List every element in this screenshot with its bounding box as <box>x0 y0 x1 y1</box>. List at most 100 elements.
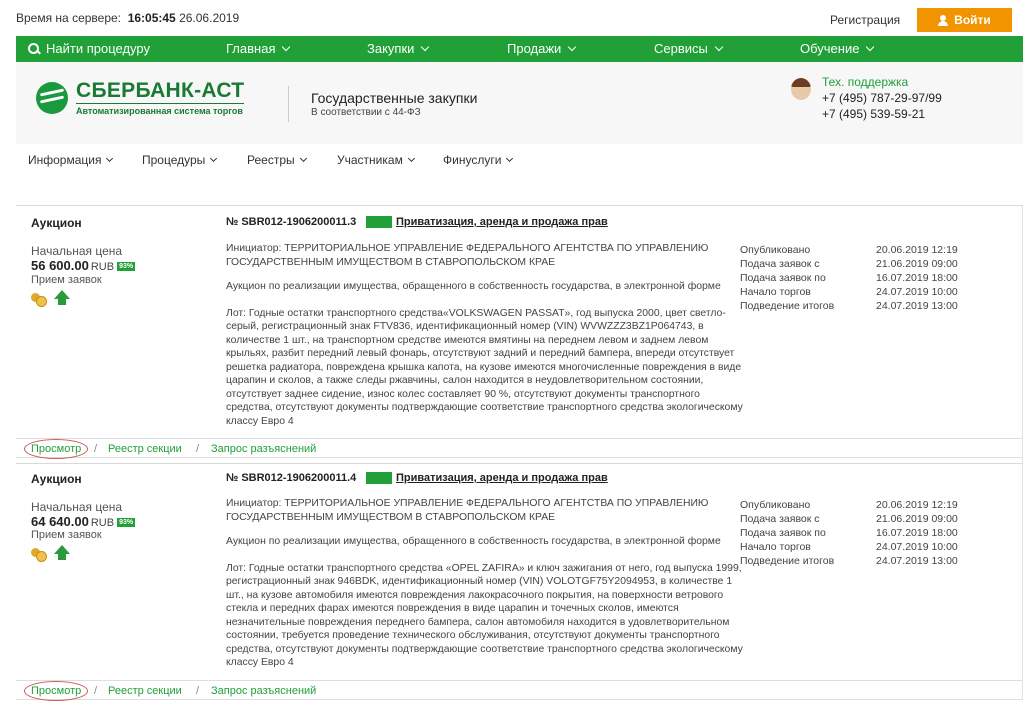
chevron-down-icon <box>407 154 415 162</box>
link-separator: / <box>94 443 98 455</box>
nav-item-training[interactable]: Обучение <box>800 41 875 56</box>
support-phone: +7 (495) 787-29-97/99 <box>822 91 942 105</box>
server-time-value: 16:05:45 <box>127 11 176 25</box>
chevron-down-icon <box>568 42 577 51</box>
nav-item-label: Обучение <box>800 41 860 56</box>
date-row: Начало торгов 24.07.2019 10:00 <box>740 540 996 554</box>
chevron-down-icon <box>210 154 218 162</box>
date-row: Подача заявок с 21.06.2019 09:00 <box>740 512 996 526</box>
date-value: 20.06.2019 12:19 <box>876 499 958 511</box>
nav-item-purchases[interactable]: Закупки <box>367 41 430 56</box>
date-value: 24.07.2019 10:00 <box>876 286 958 298</box>
site-header: СБЕРБАНК-АСТ Автоматизированная система … <box>16 62 1023 144</box>
date-label: Начало торгов <box>740 286 811 298</box>
chevron-down-icon <box>106 154 114 162</box>
price-value: 64 640.00 RUB 93% <box>31 514 136 529</box>
find-procedure-button[interactable]: Найти процедуру <box>28 41 150 56</box>
date-label: Подведение итогов <box>740 300 835 312</box>
organizer: Инициатор: ТЕРРИТОРИАЛЬНОЕ УПРАВЛЕНИЕ ФЕ… <box>226 243 709 268</box>
view-link[interactable]: Просмотр <box>24 439 89 459</box>
header-divider <box>288 86 289 122</box>
card-divider <box>16 463 1023 464</box>
subnav-item-registries[interactable]: Реестры <box>247 153 307 167</box>
chevron-down-icon <box>421 42 430 51</box>
support-phone: +7 (495) 539-59-21 <box>822 107 926 121</box>
date-label: Подведение итогов <box>740 555 835 567</box>
procedure-category[interactable]: Приватизация, аренда и продажа прав <box>396 472 608 484</box>
section-registry-link[interactable]: Реестр секции <box>108 685 182 697</box>
clarification-request-link[interactable]: Запрос разъяснений <box>211 685 316 697</box>
logo-subtitle: Автоматизированная система торгов <box>76 103 245 116</box>
lot-description: Лот: Годные остатки транспортного средст… <box>226 307 743 427</box>
login-label: Войти <box>954 13 991 27</box>
support-avatar <box>791 78 811 100</box>
section-registry-link[interactable]: Реестр секции <box>108 443 182 455</box>
date-row: Подача заявок по 16.07.2019 18:00 <box>740 271 996 285</box>
procedure-type: Аукцион <box>31 472 82 486</box>
subnav-item-procedures[interactable]: Процедуры <box>142 153 218 167</box>
procedure-dates: Опубликовано 20.06.2019 12:19 Подача заяв… <box>740 498 996 568</box>
date-value: 21.06.2019 09:00 <box>876 258 958 270</box>
date-row: Опубликовано 20.06.2019 12:19 <box>740 243 996 257</box>
section-subtitle: В соответствии с 44-ФЗ <box>311 107 421 118</box>
subnav-item-participants[interactable]: Участникам <box>337 153 415 167</box>
support-title[interactable]: Тех. поддержка <box>822 75 908 89</box>
date-value: 20.06.2019 12:19 <box>876 244 958 256</box>
sber-logo-icon <box>36 82 68 114</box>
procedure-category[interactable]: Приватизация, аренда и продажа прав <box>396 216 608 228</box>
category-flag <box>366 216 392 228</box>
date-value: 24.07.2019 13:00 <box>876 555 958 567</box>
lot-description: Лот: Годные остатки транспортного средст… <box>226 562 743 669</box>
percent-badge: 93% <box>117 262 136 271</box>
procedure-number[interactable]: № SBR012-1906200011.3 <box>226 216 356 228</box>
price-value: 56 600.00 RUB 93% <box>31 258 136 273</box>
register-link[interactable]: Регистрация <box>830 13 900 27</box>
date-label: Подача заявок с <box>740 513 820 525</box>
subnav-item-finservices[interactable]: Финуслуги <box>443 153 514 167</box>
server-time: Время на сервере: 16:05:45 26.06.2019 <box>16 11 239 25</box>
date-row: Подведение итогов 24.07.2019 13:00 <box>740 554 996 568</box>
login-button[interactable]: Войти <box>917 8 1012 32</box>
procedure-body: Инициатор: ТЕРРИТОРИАЛЬНОЕ УПРАВЛЕНИЕ ФЕ… <box>226 242 746 428</box>
date-label: Опубликовано <box>740 244 811 256</box>
card-divider <box>16 205 1023 206</box>
clarification-request-link[interactable]: Запрос разъяснений <box>211 443 316 455</box>
procedure-dates: Опубликовано 20.06.2019 12:19 Подача заяв… <box>740 243 996 313</box>
subnav-item-label: Информация <box>28 153 102 167</box>
date-row: Подача заявок по 16.07.2019 18:00 <box>740 526 996 540</box>
date-label: Подача заявок по <box>740 272 826 284</box>
server-time-label: Время на сервере: <box>16 11 122 25</box>
nav-item-services[interactable]: Сервисы <box>654 41 724 56</box>
nav-item-main[interactable]: Главная <box>226 41 291 56</box>
date-label: Подача заявок по <box>740 527 826 539</box>
procedure-description: Аукцион по реализации имущества, обращен… <box>226 281 721 292</box>
date-row: Опубликовано 20.06.2019 12:19 <box>740 498 996 512</box>
price-label: Начальная цена <box>31 244 123 258</box>
date-label: Начало торгов <box>740 541 811 553</box>
coins-icon <box>31 291 47 307</box>
subnav-item-info[interactable]: Информация <box>28 153 114 167</box>
server-date-value: 26.06.2019 <box>179 11 240 25</box>
up-arrow-icon <box>54 290 70 306</box>
up-arrow-icon <box>54 545 70 561</box>
link-separator: / <box>196 443 200 455</box>
nav-item-sales[interactable]: Продажи <box>507 41 577 56</box>
procedure-type: Аукцион <box>31 216 82 230</box>
date-value: 21.06.2019 09:00 <box>876 513 958 525</box>
section-title: Государственные закупки <box>311 90 478 106</box>
date-label: Опубликовано <box>740 499 811 511</box>
chevron-down-icon <box>866 42 875 51</box>
date-label: Подача заявок с <box>740 258 820 270</box>
view-link[interactable]: Просмотр <box>24 681 89 701</box>
procedure-number[interactable]: № SBR012-1906200011.4 <box>226 472 356 484</box>
category-flag <box>366 472 392 484</box>
card-footer: Просмотр / Реестр секции / Запрос разъяс… <box>16 680 1023 701</box>
organizer: Инициатор: ТЕРРИТОРИАЛЬНОЕ УПРАВЛЕНИЕ ФЕ… <box>226 498 709 523</box>
date-value: 16.07.2019 18:00 <box>876 527 958 539</box>
procedure-description: Аукцион по реализации имущества, обращен… <box>226 536 721 547</box>
sberbank-ast-logo[interactable]: СБЕРБАНК-АСТ Автоматизированная система … <box>36 80 245 116</box>
date-value: 24.07.2019 13:00 <box>876 300 958 312</box>
find-procedure-label: Найти процедуру <box>46 41 150 56</box>
price-currency: RUB <box>90 261 115 273</box>
status-label: Прием заявок <box>31 274 102 286</box>
